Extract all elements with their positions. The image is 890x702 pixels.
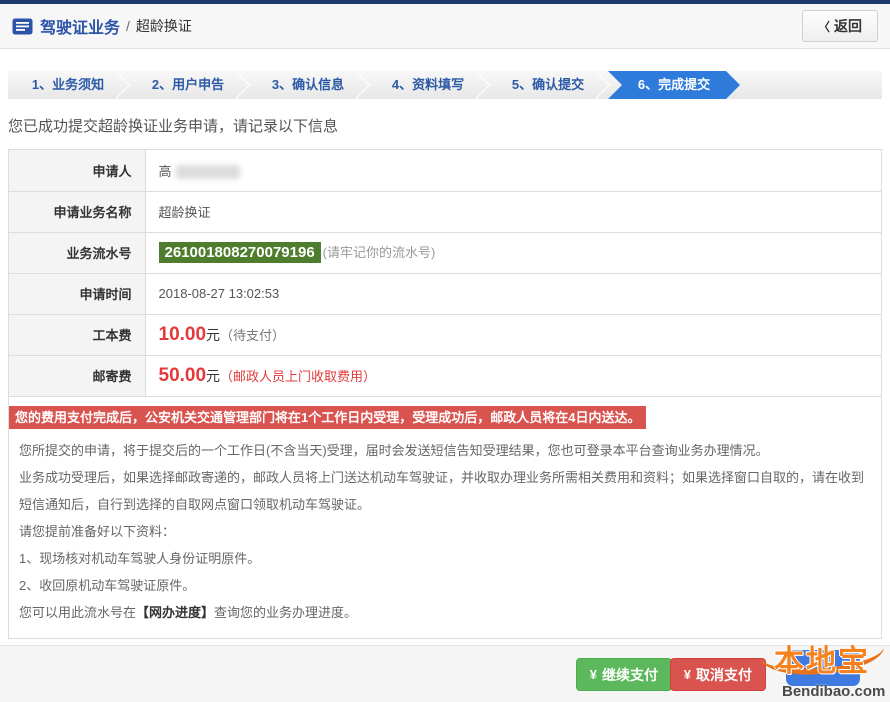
table-row-apply-time: 申请时间 2018-08-27 13:02:53 — [9, 273, 881, 314]
back-chevron-icon: 〈 — [818, 18, 830, 35]
table-row-business-name: 申请业务名称 超龄换证 — [9, 191, 881, 232]
continue-payment-button[interactable]: ¥ 继续支付 — [576, 658, 672, 691]
table-row-post-fee: 邮寄费 50.00元（邮政人员上门收取费用） — [9, 355, 881, 396]
step-3-confirm-info: 3、确认信息 — [248, 71, 368, 99]
yen-icon: ¥ — [684, 667, 691, 682]
cost-fee-label: 工本费 — [9, 314, 145, 355]
page-header: 驾驶证业务 / 超龄换证 〈 返回 — [0, 4, 890, 49]
table-row-applicant: 申请人 高 — [9, 150, 881, 191]
logo-chinese-text: 本地宝 — [774, 636, 870, 680]
post-fee-note: （邮政人员上门收取费用） — [220, 369, 376, 384]
business-name-label: 申请业务名称 — [9, 191, 145, 232]
step-1-business-notice: 1、业务须知 — [8, 71, 128, 99]
back-button-label: 返回 — [834, 16, 862, 36]
success-message: 您已成功提交超龄换证业务申请，请记录以下信息 — [8, 115, 882, 136]
post-fee-amount: 50.00 — [159, 365, 207, 386]
cost-fee-note: （待支付） — [220, 328, 285, 343]
post-fee-label: 邮寄费 — [9, 355, 145, 396]
business-name-value: 超龄换证 — [145, 191, 881, 232]
form-list-icon — [12, 18, 33, 35]
applicant-label: 申请人 — [9, 150, 145, 191]
post-fee-value: 50.00元（邮政人员上门收取费用） — [145, 355, 881, 396]
apply-time-value: 2018-08-27 13:02:53 — [145, 273, 881, 314]
cancel-payment-button[interactable]: ¥ 取消支付 — [670, 658, 766, 691]
notice-list-item-2: 2、收回原机动车驾驶证原件。 — [19, 572, 871, 599]
notice-paragraphs: 您所提交的申请，将于提交后的一个工作日(不含当天)受理，届时会发送短信告知受理结… — [9, 429, 881, 626]
payment-warning-banner: 您的费用支付完成后，公安机关交通管理部门将在1个工作日内受理，受理成功后，邮政人… — [9, 406, 646, 429]
wizard-steps: 1、业务须知 2、用户申告 3、确认信息 4、资料填写 5、确认提交 6、完成提… — [8, 71, 882, 99]
notice-paragraph-3: 请您提前准备好以下资料： — [19, 518, 871, 545]
breadcrumb-root[interactable]: 驾驶证业务 — [40, 14, 120, 38]
apply-time-label: 申请时间 — [9, 273, 145, 314]
applicant-value: 高 — [145, 150, 881, 191]
logo-domain-text: Bendibao.com — [782, 683, 885, 700]
step-2-user-declaration: 2、用户申告 — [128, 71, 248, 99]
application-info-table: 申请人 高 申请业务名称 超龄换证 业务流水号 2610018082700791… — [9, 150, 881, 397]
serial-note: (请牢记你的流水号) — [323, 245, 436, 260]
back-button[interactable]: 〈 返回 — [802, 10, 878, 42]
yen-icon: ¥ — [590, 667, 597, 682]
bendibao-watermark-logo: 本地宝 Bendibao.com — [760, 638, 888, 700]
cost-fee-amount: 10.00 — [159, 324, 207, 345]
serial-label: 业务流水号 — [9, 232, 145, 273]
serial-number-badge: 261001808270079196 — [159, 242, 321, 263]
online-progress-link[interactable]: 【网办进度】 — [136, 605, 214, 620]
serial-value-cell: 261001808270079196(请牢记你的流水号) — [145, 232, 881, 273]
step-4-fill-materials: 4、资料填写 — [368, 71, 488, 99]
step-6-complete-submit: 6、完成提交 — [608, 71, 740, 99]
notice-paragraph-1: 您所提交的申请，将于提交后的一个工作日(不含当天)受理，届时会发送短信告知受理结… — [19, 437, 871, 464]
notice-section: 您的费用支付完成后，公安机关交通管理部门将在1个工作日内受理，受理成功后，邮政人… — [9, 397, 881, 638]
table-row-serial: 业务流水号 261001808270079196(请牢记你的流水号) — [9, 232, 881, 273]
breadcrumb-current: 超龄换证 — [136, 16, 192, 36]
step-5-confirm-submit: 5、确认提交 — [488, 71, 608, 99]
result-panel: 申请人 高 申请业务名称 超龄换证 业务流水号 2610018082700791… — [8, 149, 882, 639]
action-footer: ¥ 继续支付 ¥ 取消支付 本地宝 Bendibao.com — [0, 645, 890, 702]
table-row-cost-fee: 工本费 10.00元（待支付） — [9, 314, 881, 355]
redacted-name-blur — [176, 165, 240, 179]
notice-list-item-1: 1、现场核对机动车驾驶人身份证明原件。 — [19, 545, 871, 572]
breadcrumb-separator: / — [126, 18, 130, 34]
notice-paragraph-2: 业务成功受理后，如果选择邮政寄递的，邮政人员将上门送达机动车驾驶证，并收取办理业… — [19, 464, 871, 518]
cost-fee-value: 10.00元（待支付） — [145, 314, 881, 355]
progress-hint-line: 您可以用此流水号在【网办进度】查询您的业务办理进度。 — [19, 599, 871, 626]
